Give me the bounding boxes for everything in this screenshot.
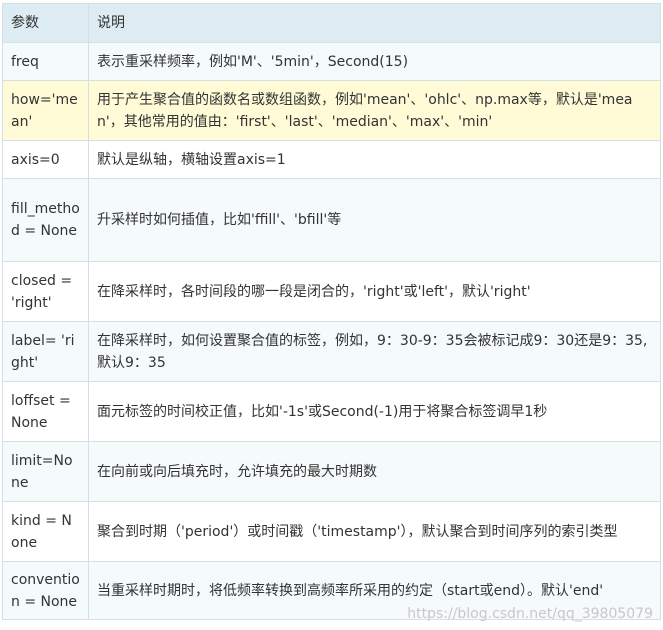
cell-desc: 在降采样时，如何设置聚合值的标签，例如，9：30-9：35会被标记成9：30还是…	[88, 321, 661, 382]
cell-desc: 聚合到时期（'period'）或时间戳（'timestamp'），默认聚合到时间…	[88, 501, 661, 562]
cell-param: fill_method = None	[2, 178, 89, 262]
cell-desc: 在向前或向后填充时，允许填充的最大时期数	[88, 441, 661, 502]
table-row-closed: closed = 'right' 在降采样时，各时间段的哪一段是闭合的，'rig…	[2, 261, 661, 322]
cell-param: axis=0	[2, 140, 89, 179]
cell-param: closed = 'right'	[2, 261, 89, 322]
table-row-label: label= 'right' 在降采样时，如何设置聚合值的标签，例如，9：30-…	[2, 321, 661, 382]
header-desc: 说明	[88, 3, 661, 43]
cell-param: freq	[2, 42, 89, 81]
params-table: 参数 说明 freq 表示重采样频率，例如'M'、'5min'，Second(1…	[2, 3, 661, 620]
cell-desc: 默认是纵轴，横轴设置axis=1	[88, 140, 661, 179]
cell-desc: 表示重采样频率，例如'M'、'5min'，Second(15)	[88, 42, 661, 81]
cell-desc: 在降采样时，各时间段的哪一段是闭合的，'right'或'left'，默认'rig…	[88, 261, 661, 322]
table-row-how: how='mean' 用于产生聚合值的函数名或数组函数，例如'mean'、'oh…	[2, 80, 661, 141]
cell-desc: 用于产生聚合值的函数名或数组函数，例如'mean'、'ohlc'、np.max等…	[88, 80, 661, 141]
cell-param: how='mean'	[2, 80, 89, 141]
table-row-convention: convention = None 当重采样时期时，将低频率转换到高频率所采用的…	[2, 561, 661, 620]
table-row-axis: axis=0 默认是纵轴，横轴设置axis=1	[2, 140, 661, 179]
cell-param: limit=None	[2, 441, 89, 502]
header-param: 参数	[2, 3, 89, 43]
cell-param: loffset = None	[2, 381, 89, 442]
table-row-fill-method: fill_method = None 升采样时如何插值，比如'ffill'、'b…	[2, 178, 661, 262]
cell-desc: 当重采样时期时，将低频率转换到高频率所采用的约定（start或end）。默认'e…	[88, 561, 661, 620]
table-row-freq: freq 表示重采样频率，例如'M'、'5min'，Second(15)	[2, 42, 661, 81]
cell-param: convention = None	[2, 561, 89, 620]
table-row-limit: limit=None 在向前或向后填充时，允许填充的最大时期数	[2, 441, 661, 502]
cell-param: kind = None	[2, 501, 89, 562]
table-row-loffset: loffset = None 面元标签的时间校正值，比如'-1s'或Second…	[2, 381, 661, 442]
table-header-row: 参数 说明	[2, 3, 661, 43]
cell-param: label= 'right'	[2, 321, 89, 382]
cell-desc: 升采样时如何插值，比如'ffill'、'bfill'等	[88, 178, 661, 262]
cell-desc: 面元标签的时间校正值，比如'-1s'或Second(-1)用于将聚合标签调早1秒	[88, 381, 661, 442]
table-row-kind: kind = None 聚合到时期（'period'）或时间戳（'timesta…	[2, 501, 661, 562]
